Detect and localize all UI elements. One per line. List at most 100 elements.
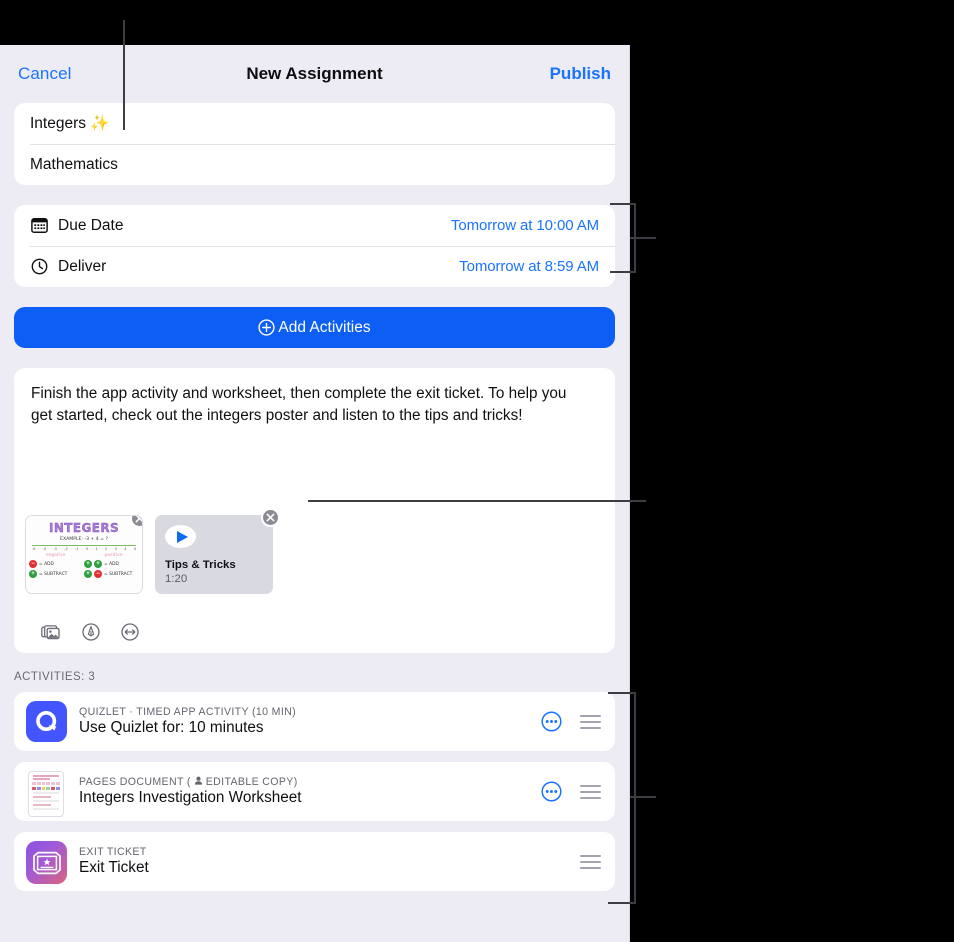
activity-text: EXIT TICKET Exit Ticket	[79, 846, 149, 877]
activity-name: Exit Ticket	[79, 859, 149, 876]
tick: 2	[105, 547, 108, 551]
activity-controls	[541, 711, 601, 732]
activity-kicker: QUIZLET · TIMED APP ACTIVITY (10 MIN)	[79, 706, 297, 718]
assignment-title-field[interactable]: Integers ✨	[14, 103, 615, 144]
poster-negative-heading: negative	[45, 553, 66, 558]
poster-rule-text: = SUBTRACT	[104, 571, 133, 577]
due-date-row[interactable]: Due Date Tomorrow at 10:00 AM	[14, 205, 615, 246]
clock-icon	[30, 257, 49, 276]
add-activities-button[interactable]: Add Activities	[14, 307, 615, 348]
tick: 3	[114, 547, 117, 551]
plus-circle-icon	[258, 319, 276, 336]
instructions-text[interactable]: Finish the app activity and worksheet, t…	[31, 383, 591, 426]
pages-document-icon	[26, 771, 67, 817]
poster-title: INTEGERS	[48, 521, 120, 535]
exit-ticket-icon	[26, 841, 67, 884]
minus-badge-icon: −	[94, 570, 102, 578]
video-duration: 1:20	[165, 573, 188, 585]
poster-rule-text: = ADD	[104, 561, 119, 567]
drag-handle-icon[interactable]	[580, 784, 601, 799]
photo-library-icon[interactable]	[41, 624, 61, 641]
activity-kicker: PAGES DOCUMENT ( EDITABLE COPY)	[79, 776, 302, 788]
markup-pen-icon[interactable]	[82, 623, 100, 641]
poster-rule: + = SUBTRACT	[29, 570, 84, 578]
quizlet-app-icon	[26, 701, 67, 742]
tick: 5	[133, 547, 136, 551]
activity-kicker-prefix: PAGES DOCUMENT (	[79, 776, 191, 788]
tick: 0	[85, 547, 88, 551]
drag-handle-icon[interactable]	[580, 854, 601, 869]
deliver-row[interactable]: Deliver Tomorrow at 8:59 AM	[14, 246, 615, 287]
person-icon	[194, 776, 203, 788]
more-options-icon[interactable]	[541, 781, 562, 802]
activity-row-pages-document[interactable]: PAGES DOCUMENT ( EDITABLE COPY) Integers…	[14, 762, 615, 821]
poster-number-ticks: -5 -4 -3 -2 -1 0 1 2 3 4 5	[32, 547, 136, 551]
cancel-button[interactable]: Cancel	[18, 64, 72, 84]
plus-badge-icon: +	[29, 570, 37, 578]
calendar-icon	[30, 216, 49, 235]
callout-line-attachments	[308, 500, 646, 503]
page-title: New Assignment	[246, 64, 383, 83]
assignment-fields-card: Integers ✨ Mathematics	[14, 103, 615, 185]
play-icon[interactable]	[165, 525, 196, 548]
tick: -2	[64, 547, 68, 551]
assignment-subject-value: Mathematics	[30, 155, 118, 173]
more-options-icon[interactable]	[541, 711, 562, 732]
activity-row-exit-ticket[interactable]: EXIT TICKET Exit Ticket	[14, 832, 615, 891]
poster-rule: + − = SUBTRACT	[84, 570, 139, 578]
audio-record-icon[interactable]	[121, 623, 139, 641]
due-date-label: Due Date	[58, 216, 124, 234]
poster-positive-heading: positive	[104, 553, 123, 558]
assignment-title-value: Integers ✨	[30, 115, 110, 132]
poster-subheadings: negative positive	[26, 553, 142, 558]
plus-badge-icon: +	[84, 560, 92, 568]
activity-text: PAGES DOCUMENT ( EDITABLE COPY) Integers…	[79, 776, 302, 807]
sheet-navigation-bar: Cancel New Assignment Publish	[0, 45, 629, 103]
poster-rule: − = ADD	[29, 560, 84, 568]
activity-kicker-suffix: EDITABLE COPY)	[205, 776, 298, 788]
tick: -5	[32, 547, 36, 551]
plus-badge-icon-2: +	[94, 560, 102, 568]
activity-text: QUIZLET · TIMED APP ACTIVITY (10 MIN) Us…	[79, 706, 296, 737]
poster-rule-text: = ADD	[39, 561, 54, 567]
activity-name: Use Quizlet for: 10 minutes	[79, 719, 264, 736]
minus-badge-icon: −	[29, 560, 37, 568]
media-toolbar	[41, 623, 139, 641]
attachment-integers-poster[interactable]: INTEGERS EXAMPLE: -3 + 4 = ? -5 -4 -3 -2…	[25, 515, 143, 594]
publish-button[interactable]: Publish	[550, 64, 611, 84]
remove-attachment-button[interactable]	[261, 508, 280, 527]
poster-equation: EXAMPLE: -3 + 4 = ?	[60, 537, 108, 542]
deliver-label: Deliver	[58, 257, 107, 275]
add-activities-label: Add Activities	[278, 318, 371, 336]
activity-name: Integers Investigation Worksheet	[79, 789, 302, 806]
callout-leader-activities	[630, 796, 656, 799]
activity-row-quizlet[interactable]: QUIZLET · TIMED APP ACTIVITY (10 MIN) Us…	[14, 692, 615, 751]
deliver-value[interactable]: Tomorrow at 8:59 AM	[459, 258, 599, 275]
activity-kicker: EXIT TICKET	[79, 846, 147, 858]
plus-badge-icon-3: +	[84, 570, 92, 578]
callout-line-title	[123, 20, 126, 130]
poster-number-line	[32, 545, 136, 546]
drag-handle-icon[interactable]	[580, 714, 601, 729]
screenshot-stage: Cancel New Assignment Publish Integers ✨…	[0, 0, 954, 942]
activity-controls	[580, 854, 601, 869]
activity-controls	[541, 781, 601, 802]
poster-rule: + + = ADD	[84, 560, 139, 568]
video-title: Tips & Tricks	[165, 559, 236, 571]
tick: -3	[53, 547, 57, 551]
due-date-value[interactable]: Tomorrow at 10:00 AM	[451, 217, 599, 234]
instructions-card[interactable]: Finish the app activity and worksheet, t…	[14, 368, 615, 653]
tick: -4	[42, 547, 46, 551]
tick: 1	[95, 547, 98, 551]
tick: 4	[124, 547, 127, 551]
schedule-card: Due Date Tomorrow at 10:00 AM Deliver To…	[14, 205, 615, 287]
tick: -1	[75, 547, 79, 551]
attachment-tips-and-tricks-video[interactable]: Tips & Tricks 1:20	[155, 508, 280, 594]
poster-rule-text: = SUBTRACT	[39, 571, 68, 577]
callout-leader-schedule	[630, 237, 656, 240]
assignment-subject-field[interactable]: Mathematics	[14, 144, 615, 185]
attachments-strip: INTEGERS EXAMPLE: -3 + 4 = ? -5 -4 -3 -2…	[25, 508, 280, 594]
poster-rules: − = ADD + + = ADD + = SUBTRACT + − = SUB…	[29, 560, 139, 578]
